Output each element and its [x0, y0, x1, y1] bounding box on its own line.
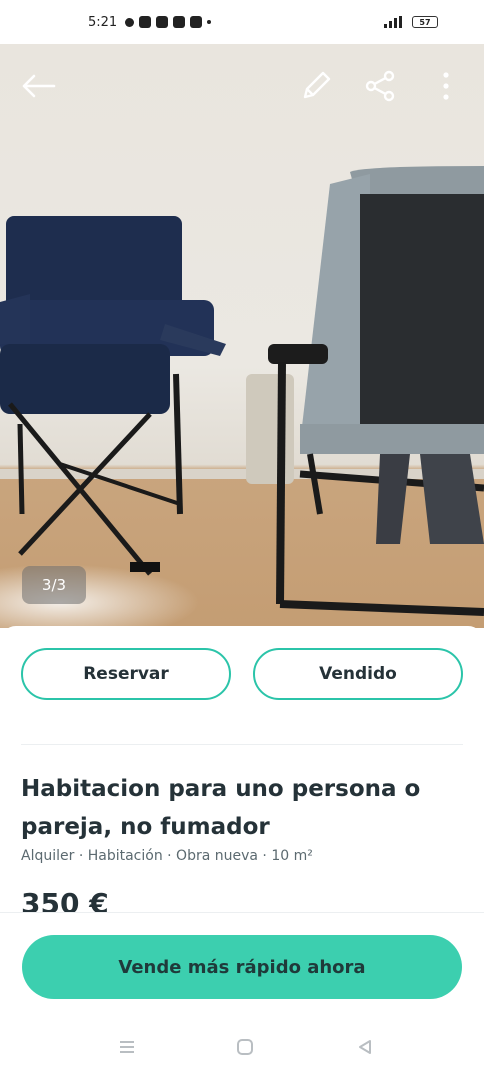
status-right: 57: [384, 16, 438, 28]
chat-notification-icon: [125, 17, 135, 27]
share-button[interactable]: [358, 60, 402, 112]
app-notification-icon: [173, 16, 186, 28]
photo-counter: 3/3: [22, 566, 86, 604]
back-arrow-icon: [22, 74, 56, 98]
sold-button[interactable]: Vendido: [253, 648, 463, 700]
edit-button[interactable]: [294, 60, 338, 112]
app-notification-icon: [139, 16, 152, 28]
status-left: 5:21: [88, 14, 212, 30]
sell-faster-button[interactable]: Vende más rápido ahora: [22, 935, 462, 999]
listing-meta: Alquiler · Habitación · Obra nueva · 10 …: [21, 848, 313, 864]
more-vertical-icon: [443, 72, 449, 100]
battery-icon: 57: [412, 16, 438, 28]
system-back-button[interactable]: [350, 1032, 380, 1062]
listing-price: 350 €: [21, 887, 109, 914]
menu-icon: [120, 1041, 134, 1053]
listing-title: Habitacion para uno persona o pareja, no…: [21, 776, 421, 840]
home-button[interactable]: [230, 1032, 260, 1062]
status-time: 5:21: [88, 14, 118, 30]
more-options-button[interactable]: [424, 60, 468, 112]
share-icon: [365, 70, 395, 102]
status-bar: 5:21 57: [0, 0, 484, 44]
battery-level: 57: [419, 17, 431, 27]
home-icon: [237, 1039, 253, 1055]
listing-photo[interactable]: [0, 44, 484, 628]
app-notification-icon: [156, 16, 169, 28]
signal-icon: [384, 16, 402, 28]
section-divider: [21, 744, 463, 745]
reserve-button[interactable]: Reservar: [21, 648, 231, 700]
recents-button[interactable]: [112, 1032, 142, 1062]
photo-toolbar: [0, 60, 484, 114]
notification-icons: [125, 16, 212, 28]
back-button[interactable]: [16, 60, 60, 112]
edit-pencil-icon: [303, 71, 331, 99]
back-icon: [359, 1040, 371, 1054]
more-notifications-dot-icon: [207, 20, 212, 24]
photo-chairs-illustration: [0, 166, 484, 616]
app-notification-icon: [190, 16, 203, 28]
system-nav-bar: [0, 1012, 484, 1080]
